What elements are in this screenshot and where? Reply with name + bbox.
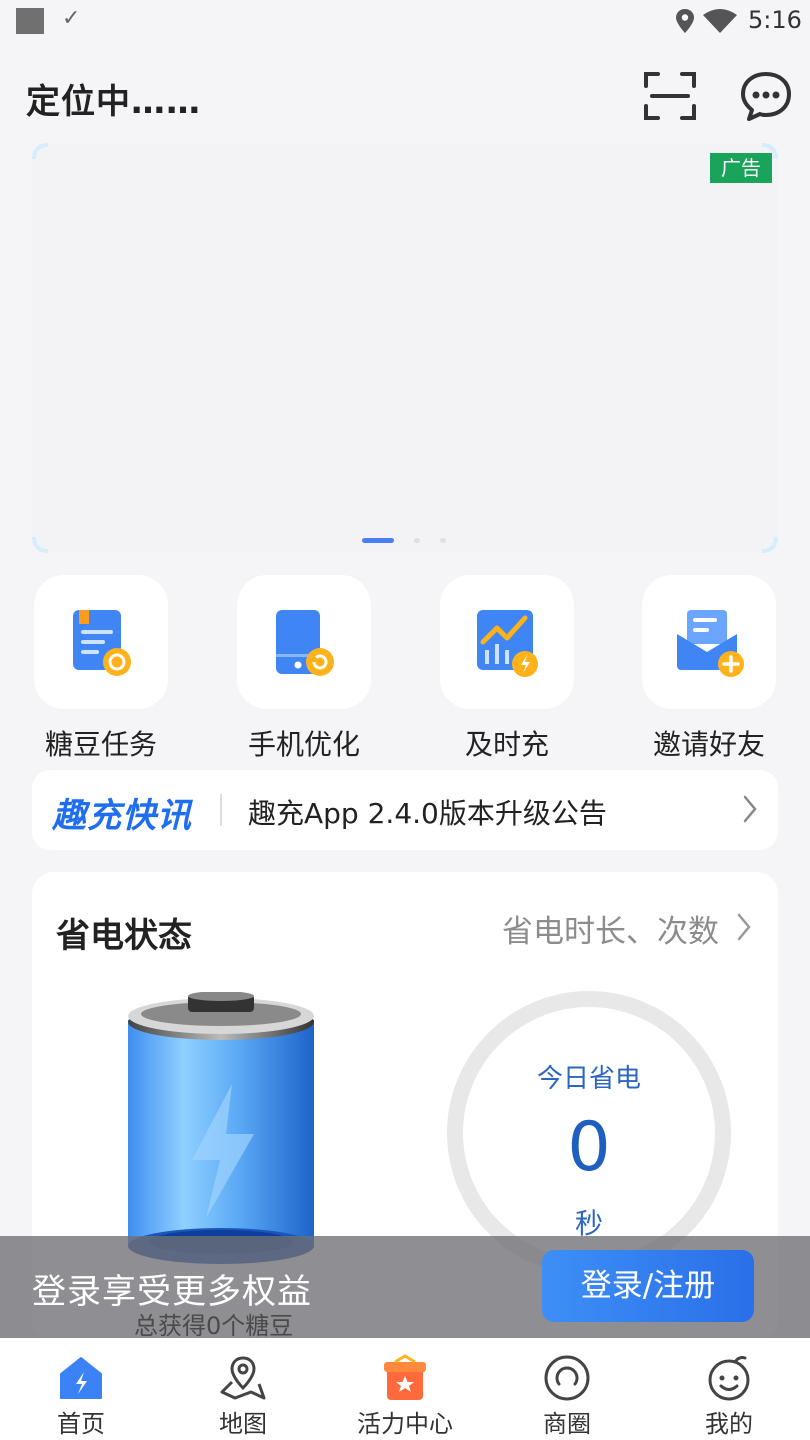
quick-action-tile: [237, 575, 371, 709]
today-saving-value: 0: [567, 1108, 611, 1187]
wifi-icon: [703, 9, 737, 33]
news-logo: 趣充快讯: [52, 796, 192, 836]
scan-icon: [644, 72, 696, 120]
tab-label: 我的: [705, 1410, 753, 1438]
bottom-tab-bar: 首页 地图 活力中心 商圈 我的: [0, 1338, 810, 1440]
tab-label: 首页: [57, 1410, 105, 1438]
quick-action-charge[interactable]: 及时充: [440, 575, 574, 761]
message-button[interactable]: [738, 68, 794, 124]
quick-action-label: 邀请好友: [652, 728, 765, 761]
quick-action-label: 糖豆任务: [44, 728, 157, 761]
tab-activity-center[interactable]: 活力中心: [324, 1338, 486, 1440]
check-icon: ✓: [62, 6, 81, 31]
face-icon: [708, 1356, 750, 1401]
home-icon: [60, 1357, 102, 1399]
tab-map[interactable]: 地图: [162, 1338, 324, 1440]
today-saving-label: 今日省电: [536, 1064, 641, 1094]
task-doc-icon: [73, 610, 131, 676]
quick-action-tile: [440, 575, 574, 709]
divider: [220, 794, 222, 826]
banner-corner-decoration: [32, 143, 48, 159]
pager-dot-active[interactable]: [362, 538, 394, 543]
circle-icon: [544, 1355, 590, 1401]
gift-box-icon: [384, 1354, 426, 1400]
clock: 5:16: [748, 6, 802, 34]
chevron-right-icon: [743, 795, 757, 823]
invite-mail-icon: [677, 610, 744, 677]
chevron-right-icon: [737, 913, 751, 941]
tab-label: 地图: [219, 1410, 267, 1438]
scan-button[interactable]: [640, 68, 700, 124]
pager-dot[interactable]: [414, 538, 420, 543]
banner-corner-decoration: [762, 143, 778, 159]
tab-business-circle[interactable]: 商圈: [486, 1338, 648, 1440]
location-pin-icon: [676, 9, 694, 33]
quick-action-tile: [34, 575, 168, 709]
login-prompt-bar: 登录享受更多权益 登录/注册: [0, 1236, 810, 1338]
tab-label: 商圈: [543, 1410, 591, 1438]
status-bar: ✓ 5:16: [0, 0, 810, 44]
quick-action-optimize[interactable]: 手机优化: [237, 575, 371, 761]
ad-banner[interactable]: 广告: [32, 143, 778, 553]
quick-action-label: 手机优化: [247, 728, 360, 761]
pager-dot[interactable]: [440, 538, 446, 543]
battery-icon: [128, 992, 314, 1264]
login-register-button[interactable]: 登录/注册: [542, 1250, 754, 1322]
tab-label: 活力中心: [357, 1410, 453, 1438]
power-stats-link[interactable]: 省电时长、次数: [502, 906, 719, 951]
chat-bubble-icon: [741, 72, 791, 121]
banner-pager: [32, 538, 778, 548]
tab-mine[interactable]: 我的: [648, 1338, 810, 1440]
notification-square-icon: [16, 8, 44, 34]
quick-action-tile: [642, 575, 776, 709]
power-title: 省电状态: [56, 916, 192, 956]
quick-action-task[interactable]: 糖豆任务: [34, 575, 168, 761]
location-title[interactable]: 定位中……: [26, 74, 201, 123]
quick-action-label: 及时充: [464, 728, 549, 761]
map-icon: [220, 1356, 266, 1400]
charge-chart-icon: [477, 610, 538, 677]
quick-action-invite[interactable]: 邀请好友: [642, 575, 776, 761]
news-headline[interactable]: 趣充App 2.4.0版本升级公告: [248, 792, 607, 832]
candy-total-text: 总获得0个糖豆: [134, 1312, 294, 1340]
news-ticker[interactable]: 趣充快讯 趣充App 2.4.0版本升级公告: [32, 770, 778, 850]
header: 定位中……: [0, 60, 810, 130]
tab-home[interactable]: 首页: [0, 1338, 162, 1440]
phone-optimize-icon: [276, 610, 334, 676]
